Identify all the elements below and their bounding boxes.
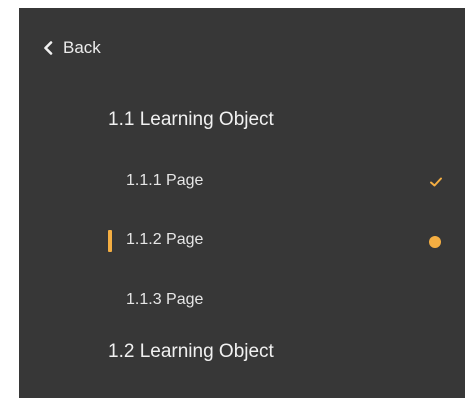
page-label: 1.1.1 Page bbox=[126, 172, 204, 189]
back-button[interactable]: Back bbox=[43, 38, 101, 58]
back-label: Back bbox=[63, 38, 101, 57]
current-dot-icon bbox=[429, 236, 441, 248]
chevron-left-icon bbox=[43, 41, 53, 55]
page-item-1-1-2[interactable]: 1.1.2 Page bbox=[19, 227, 465, 257]
check-icon bbox=[429, 175, 443, 187]
course-outline-panel: Back 1.1 Learning Object 1.1.1 Page 1.1.… bbox=[19, 8, 465, 398]
page-label: 1.1.3 Page bbox=[126, 291, 204, 308]
page-item-1-1-1[interactable]: 1.1.1 Page bbox=[19, 168, 465, 198]
learning-object-1-1[interactable]: 1.1 Learning Object bbox=[108, 109, 274, 131]
active-indicator-bar bbox=[108, 230, 112, 252]
learning-object-1-2[interactable]: 1.2 Learning Object bbox=[108, 341, 274, 363]
page-label: 1.1.2 Page bbox=[126, 231, 204, 248]
page-item-1-1-3[interactable]: 1.1.3 Page bbox=[19, 287, 465, 317]
